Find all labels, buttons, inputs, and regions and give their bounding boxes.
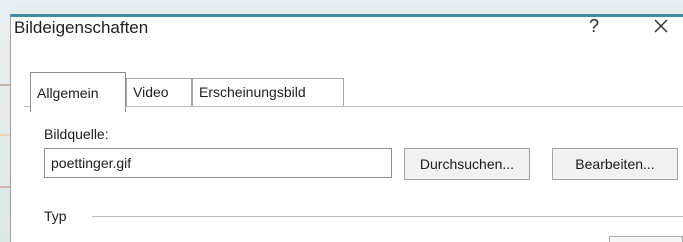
background-streak [0, 134, 10, 136]
dialog-title: Bildeigenschaften [14, 18, 149, 37]
tab-allgemein[interactable]: Allgemein [30, 72, 126, 112]
tab-erscheinungsbild[interactable]: Erscheinungsbild [192, 78, 344, 106]
tab-video[interactable]: Video [126, 78, 192, 106]
desktop-background-left [0, 0, 10, 242]
background-streak [0, 186, 10, 188]
edit-button[interactable]: Bearbeiten... [552, 148, 678, 180]
type-group-divider [92, 216, 683, 217]
close-button[interactable] [649, 14, 673, 40]
image-source-input[interactable] [44, 148, 392, 178]
desktop-background-top [0, 0, 683, 14]
background-streak [0, 84, 10, 86]
partial-control [609, 236, 683, 242]
browse-button[interactable]: Durchsuchen... [404, 148, 530, 180]
image-source-label: Bildquelle: [44, 126, 109, 142]
type-group-label: Typ [44, 208, 67, 224]
image-properties-dialog [10, 14, 683, 242]
help-button[interactable]: ? [584, 16, 604, 40]
close-icon [654, 19, 668, 33]
